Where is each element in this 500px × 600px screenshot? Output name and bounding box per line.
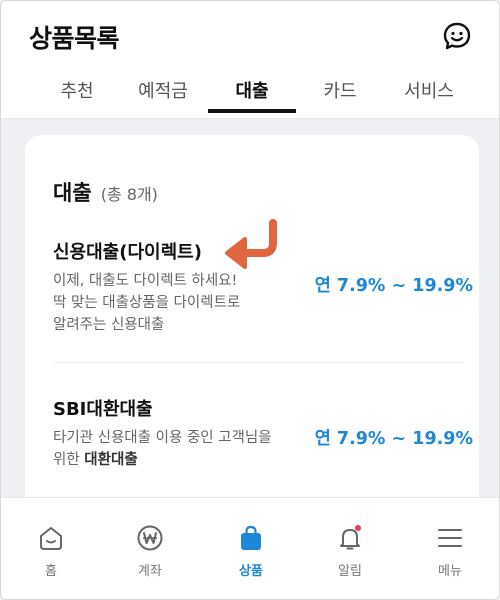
description-line: 타기관 신용대출 이용 중인 고객님을 xyxy=(53,430,272,446)
tab-deposit-savings[interactable]: 예적금 xyxy=(132,77,194,103)
product-description: 타기관 신용대출 이용 중인 고객님을 위한 대환대출 xyxy=(53,427,303,471)
description-line: 딱 맞는 대출상품을 다이렉트로 xyxy=(53,295,241,311)
tab-card[interactable]: 카드 xyxy=(320,77,360,103)
nav-label: 알림 xyxy=(338,564,362,579)
loan-products-card: 대출 (총 8개) 신용대출(다이렉트) 이제, 대출도 다이렉트 하세요! 딱… xyxy=(25,135,479,515)
interest-rate: 연 7.9% ~ 19.9% xyxy=(314,429,473,449)
won-coin-icon xyxy=(137,525,163,551)
tab-recommend[interactable]: 추천 xyxy=(57,77,97,103)
nav-account[interactable]: 계좌 xyxy=(120,524,180,579)
chat-button[interactable] xyxy=(442,21,472,51)
nav-menu[interactable]: 메뉴 xyxy=(420,524,480,579)
description-line: 알려주는 신용대출 xyxy=(53,317,165,333)
nav-label: 메뉴 xyxy=(438,564,462,579)
page-title: 상품목록 xyxy=(29,24,120,53)
nav-label: 홈 xyxy=(45,564,57,579)
nav-notifications[interactable]: 알림 xyxy=(320,524,380,579)
section-count: (총 8개) xyxy=(100,185,158,204)
nav-products[interactable]: 상품 xyxy=(221,524,281,579)
smiley-chat-icon xyxy=(443,22,471,50)
description-emphasis: 대환대출 xyxy=(84,452,138,468)
tab-service[interactable]: 서비스 xyxy=(398,77,460,103)
home-icon xyxy=(40,527,62,550)
tab-loan[interactable]: 대출 xyxy=(232,77,272,103)
nav-label: 계좌 xyxy=(138,564,162,579)
top-bar: 상품목록 추천 예적금 대출 카드 서비스 xyxy=(1,1,499,119)
product-description: 이제, 대출도 다이렉트 하세요! 딱 맞는 대출상품을 다이렉트로 알려주는 … xyxy=(53,270,303,336)
bottom-navigation: 홈 계좌 상품 알림 메뉴 xyxy=(1,497,499,599)
shopping-bag-icon xyxy=(241,525,261,550)
description-line: 위한 대환대출 xyxy=(53,449,303,471)
section-title: 대출 xyxy=(53,181,92,205)
interest-rate: 연 7.9% ~ 19.9% xyxy=(314,276,473,296)
active-tab-indicator xyxy=(208,109,296,113)
nav-home[interactable]: 홈 xyxy=(21,524,81,579)
tabs-divider xyxy=(1,118,499,119)
product-name: SBI대환대출 xyxy=(53,399,153,420)
item-divider xyxy=(53,362,463,363)
section-header: 대출 (총 8개) xyxy=(53,177,158,207)
curved-arrow-icon xyxy=(225,219,277,269)
category-tabs: 추천 예적금 대출 카드 서비스 xyxy=(1,67,499,113)
notification-badge xyxy=(355,525,361,531)
product-item-sbi-refinance-loan[interactable]: SBI대환대출 타기관 신용대출 이용 중인 고객님을 위한 대환대출 연 7.… xyxy=(53,395,473,505)
nav-label: 상품 xyxy=(239,564,263,579)
description-text: 위한 xyxy=(53,452,85,468)
bell-icon xyxy=(340,525,361,550)
app-frame: 상품목록 추천 예적금 대출 카드 서비스 대출 (총 8개) 신용대출(다이렉… xyxy=(0,0,500,600)
hamburger-menu-icon xyxy=(438,529,462,547)
